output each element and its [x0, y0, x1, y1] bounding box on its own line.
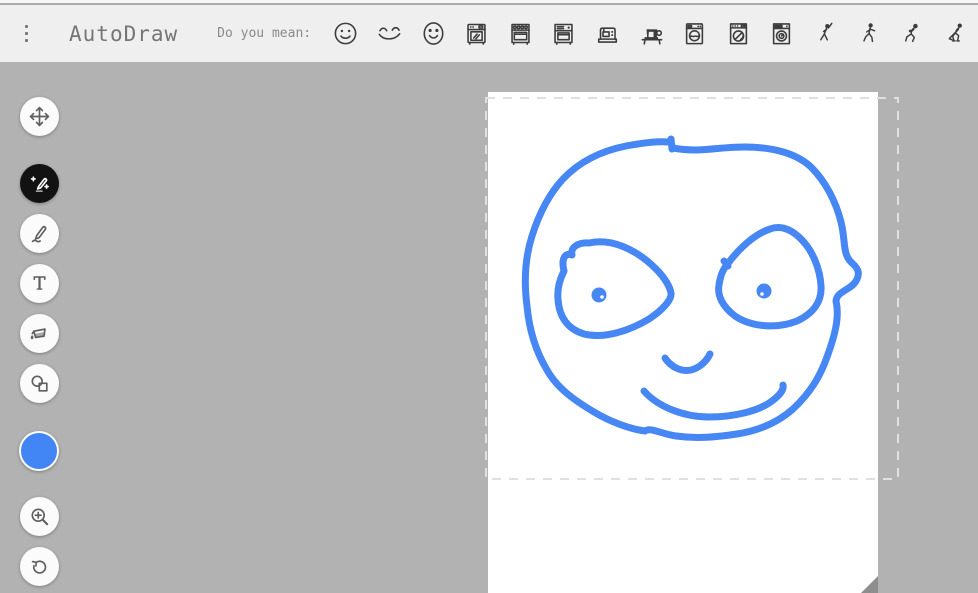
shapes-icon: [31, 375, 48, 392]
suggestion-smile-icon[interactable]: [376, 20, 403, 47]
zoom-tool-button[interactable]: [20, 497, 59, 536]
move-icon: [29, 106, 50, 127]
suggestion-washing-machine-icon[interactable]: [681, 20, 708, 47]
draw-tool-button[interactable]: [20, 214, 59, 253]
undo-arrow-icon: [31, 560, 47, 574]
fill-tool-button[interactable]: [20, 314, 59, 353]
suggestion-sewing-machine-icon[interactable]: [594, 20, 621, 47]
text-icon: T: [33, 274, 46, 295]
select-tool-button[interactable]: [20, 97, 59, 136]
suggestion-hockey-player-icon[interactable]: [943, 20, 970, 47]
suggestion-vintage-sewing-machine-icon[interactable]: [638, 20, 665, 47]
auto-draw-tool-button[interactable]: [20, 164, 59, 203]
face-sketch-drawing: [521, 135, 862, 441]
paint-bucket-icon: [30, 328, 46, 340]
menu-icon[interactable]: [25, 21, 29, 47]
suggestion-smiley-oval-face-icon[interactable]: [420, 20, 447, 47]
app-title: AutoDraw: [69, 21, 179, 46]
color-picker-button[interactable]: [19, 431, 59, 471]
svg-text:T: T: [34, 274, 46, 294]
suggestion-running-person-icon[interactable]: [856, 20, 883, 47]
suggestion-stove-icon[interactable]: [507, 20, 534, 47]
suggestion-prompt: Do you mean:: [217, 26, 312, 41]
suggestion-dryer-icon[interactable]: [768, 20, 795, 47]
suggestion-baseball-batter-icon[interactable]: [812, 20, 839, 47]
suggestion-football-player-icon[interactable]: [899, 20, 926, 47]
suggestion-smiley-face-icon[interactable]: [332, 20, 359, 47]
pencil-icon: [31, 225, 47, 243]
suggestion-strip: [324, 20, 978, 47]
text-tool-button[interactable]: T: [20, 264, 59, 303]
undo-button[interactable]: [20, 547, 59, 586]
magnifier-plus-icon: [31, 508, 49, 526]
suggestion-washing-machine-front-loader-icon[interactable]: [725, 20, 752, 47]
topbar: AutoDraw Do you mean:: [0, 5, 978, 62]
suggestion-oven-with-vents-icon[interactable]: [550, 20, 577, 47]
suggestion-oven-icon[interactable]: [463, 20, 490, 47]
shape-tool-button[interactable]: [20, 364, 59, 403]
magic-pencil-icon: [30, 176, 49, 192]
